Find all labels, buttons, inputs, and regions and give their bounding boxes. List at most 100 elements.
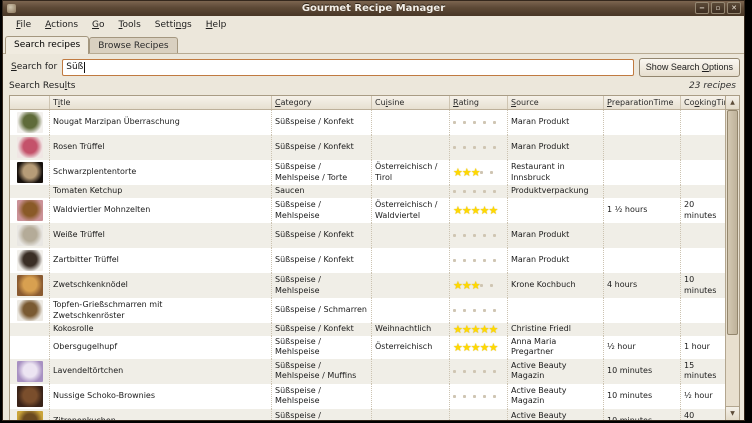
star-icon: ★ [462,168,471,177]
cell-category: Süßspeise / Konfekt [272,323,372,336]
column-header-thumbnail[interactable] [10,96,50,109]
unrated-dot-icon [473,395,476,398]
scrollbar-trough[interactable] [726,110,739,406]
table-row[interactable]: Zwetschkenknödel Süßspeise / Mehlspeise … [10,273,725,298]
table-row[interactable]: Topfen-Grießschmarren mit Zwetschkenröst… [10,298,725,323]
notebook-tabs: Search recipes Browse Recipes [3,34,744,54]
cell-rating [450,185,508,198]
table-row[interactable]: Nougat Marzipan Überraschung Süßspeise /… [10,110,725,135]
recipe-thumbnail [17,361,43,382]
text-cursor [84,62,85,73]
column-header-source[interactable]: Source [508,96,604,109]
unrated-dot-icon [473,234,476,237]
cell-source: Krone Kochbuch [508,273,604,298]
cell-preparation-time [604,223,681,248]
star-icon: ★ [471,206,480,215]
table-body: Nougat Marzipan Überraschung Süßspeise /… [10,110,725,420]
table-row[interactable]: Nussige Schoko-Brownies Süßspeise / Mehl… [10,384,725,409]
table-row[interactable]: Obersgugelhupf Süßspeise / Mehlspeise Ös… [10,336,725,359]
cell-cooking-time [681,323,725,336]
minimize-button[interactable]: − [695,2,709,14]
cell-title: Kokosrolle [50,323,272,336]
table-row[interactable]: Weiße Trüffel Süßspeise / Konfekt Maran … [10,223,725,248]
unrated-dot-icon [493,309,496,312]
menu-file[interactable]: File [9,18,38,32]
search-for-label: Search for [9,62,57,72]
cell-source: Produktverpackung [508,185,604,198]
star-icon: ★ [489,325,498,334]
menu-help[interactable]: Help [199,18,234,32]
star-icon: ★ [471,325,480,334]
unrated-dot-icon [483,121,486,124]
cell-category: Süßspeise / Mehlspeise / Muffins [272,359,372,384]
scroll-up-icon[interactable]: ▲ [726,96,739,110]
table-row[interactable]: Lavendeltörtchen Süßspeise / Mehlspeise … [10,359,725,384]
search-results-label: Search Results [9,81,75,91]
cell-title: Schwarzplententorte [50,160,272,185]
menu-actions[interactable]: Actions [38,18,85,32]
menu-go[interactable]: Go [85,18,112,32]
table-row[interactable]: Zartbitter Trüffel Süßspeise / Konfekt M… [10,248,725,273]
cell-title: Obersgugelhupf [50,336,272,359]
column-header-preparation-time[interactable]: Preparation Time [604,96,681,109]
unrated-dot-icon [463,190,466,193]
cell-rating [450,298,508,323]
table-row[interactable]: Schwarzplententorte Süßspeise / Mehlspei… [10,160,725,185]
cell-title: Nougat Marzipan Überraschung [50,110,272,135]
unrated-dot-icon [493,395,496,398]
cell-rating [450,359,508,384]
column-header-category[interactable]: Category [272,96,372,109]
cell-cuisine: Österreichisch / Tirol [372,160,450,185]
column-header-cuisine[interactable]: Cuisine [372,96,450,109]
cell-cooking-time: 40 minutes [681,409,725,420]
cell-rating [450,248,508,273]
cell-cuisine [372,409,450,420]
cell-cuisine [372,384,450,409]
column-header-cooking-time[interactable]: Cooking Time [681,96,725,109]
cell-source: Maran Produkt [508,223,604,248]
cell-title: Waldviertler Mohnzelten [50,198,272,223]
table-row[interactable]: Tomaten Ketchup Saucen Produktverpackung [10,185,725,198]
column-header-rating[interactable]: Rating [450,96,508,109]
cell-category: Süßspeise / Mehlspeise / Torte [272,160,372,185]
menu-tools[interactable]: Tools [112,18,148,32]
cell-cuisine: Österreichisch [372,336,450,359]
table-row[interactable]: Kokosrolle Süßspeise / Konfekt Weihnacht… [10,323,725,336]
unrated-dot-icon [453,190,456,193]
column-header-title[interactable]: Title [50,96,272,109]
menu-settings[interactable]: Settings [148,18,199,32]
show-search-options-button[interactable]: Show Search Options [639,58,740,77]
cell-category: Süßspeise / Konfekt [272,223,372,248]
title-bar[interactable]: Gourmet Recipe Manager − ▫ ✕ [3,1,744,16]
scroll-down-icon[interactable]: ▼ [726,406,739,420]
scrollbar-thumb[interactable] [727,110,738,335]
unrated-dot-icon [483,395,486,398]
unrated-dot-icon [453,234,456,237]
table-row[interactable]: Waldviertler Mohnzelten Süßspeise / Mehl… [10,198,725,223]
maximize-button[interactable]: ▫ [711,2,725,14]
search-input[interactable]: Süß [62,59,634,76]
unrated-dot-icon [453,121,456,124]
star-icon: ★ [471,343,480,352]
table-row[interactable]: Zitronenkuchen Süßspeise / Mehlspeise / … [10,409,725,420]
table-row[interactable]: Rosen Trüffel Süßspeise / Konfekt Maran … [10,135,725,160]
cell-preparation-time [604,185,681,198]
cell-source: Active Beauty Magazin [508,384,604,409]
unrated-dot-icon [473,309,476,312]
cell-source: Maran Produkt [508,248,604,273]
tab-search-recipes[interactable]: Search recipes [5,36,89,54]
vertical-scrollbar[interactable]: ▲ ▼ [725,96,739,420]
cell-preparation-time: 1 ½ hours [604,198,681,223]
tab-browse-recipes[interactable]: Browse Recipes [89,37,177,54]
cell-category: Süßspeise / Mehlspeise / Kuchen [272,409,372,420]
search-input-value: Süß [66,62,83,72]
cell-category: Süßspeise / Konfekt [272,135,372,160]
recipe-thumbnail [17,411,43,420]
unrated-dot-icon [463,395,466,398]
cell-category: Süßspeise / Mehlspeise [272,198,372,223]
cell-category: Süßspeise / Konfekt [272,248,372,273]
search-page: Search for Süß Show Search Options Searc… [3,54,744,420]
window-title: Gourmet Recipe Manager [3,3,744,14]
cell-cuisine [372,359,450,384]
close-button[interactable]: ✕ [727,2,741,14]
